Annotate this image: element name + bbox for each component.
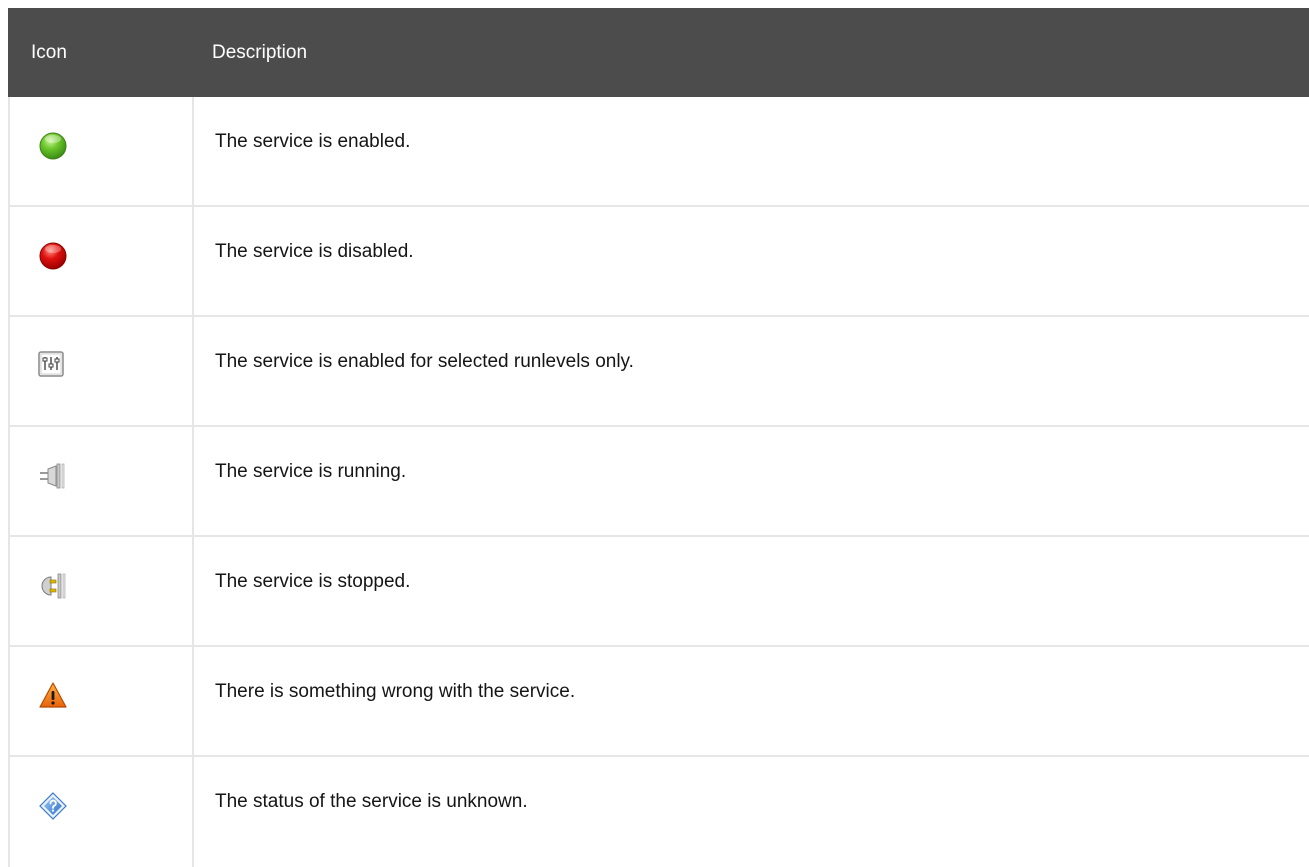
row-description: The status of the service is unknown.: [215, 791, 528, 812]
plug-connected-icon: [38, 461, 192, 491]
row-description: The service is enabled.: [215, 131, 411, 152]
icon-cell: [8, 427, 194, 535]
row-description: The service is running.: [215, 461, 407, 482]
red-circle-icon: [38, 241, 192, 271]
green-circle-icon: [38, 131, 192, 161]
icon-cell: [8, 537, 194, 645]
table-row: The status of the service is unknown.: [8, 757, 1309, 867]
table-row: The service is enabled.: [8, 97, 1309, 207]
table-row: The service is running.: [8, 427, 1309, 537]
table-row: The service is enabled for selected runl…: [8, 317, 1309, 427]
runlevels-icon: [38, 351, 192, 377]
row-description: The service is stopped.: [215, 571, 411, 592]
icon-cell: [8, 207, 194, 315]
row-description: There is something wrong with the servic…: [215, 681, 576, 702]
header-icon: Icon: [31, 41, 67, 63]
table-row: The service is disabled.: [8, 207, 1309, 317]
row-description: The service is disabled.: [215, 241, 414, 262]
icon-cell: [8, 97, 194, 205]
plug-disconnected-icon: [38, 571, 192, 601]
table-row: The service is stopped.: [8, 537, 1309, 647]
icon-cell: [8, 757, 194, 867]
icon-legend-table: Icon Description The service is enabled.…: [8, 8, 1309, 867]
row-description: The service is enabled for selected runl…: [215, 351, 634, 372]
table-row: There is something wrong with the servic…: [8, 647, 1309, 757]
icon-cell: [8, 647, 194, 755]
unknown-diamond-icon: [38, 791, 192, 821]
table-header: Icon Description: [8, 8, 1309, 97]
icon-cell: [8, 317, 194, 425]
header-description: Description: [212, 41, 308, 63]
warning-triangle-icon: [38, 681, 192, 711]
